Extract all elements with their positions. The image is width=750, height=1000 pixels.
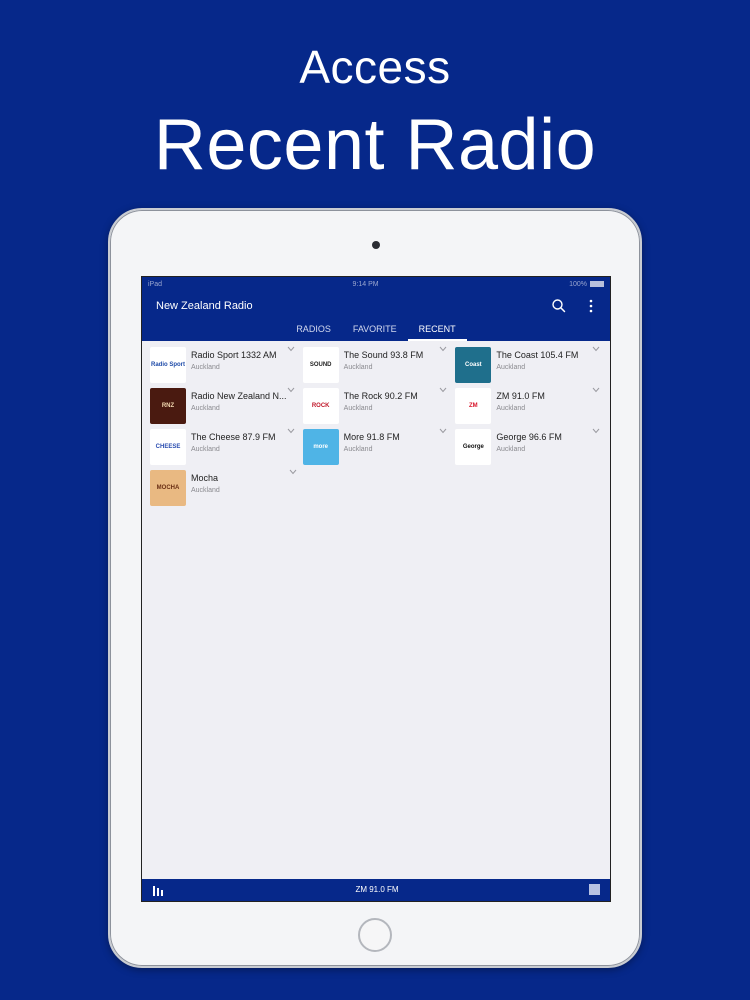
status-time: 9:14 PM: [352, 280, 379, 288]
station-row: Radio Sport Radio Sport 1332 AM Auckland…: [148, 344, 606, 385]
station-logo-text: ZM: [469, 403, 478, 409]
battery-percent: 100%: [569, 280, 587, 288]
station-logo-text: SOUND: [309, 362, 332, 368]
station-card[interactable]: RNZ Radio New Zealand N... Auckland: [148, 385, 301, 426]
station-city: Auckland: [496, 364, 526, 371]
station-name: George 96.6 FM: [496, 432, 562, 442]
chevron-down-icon[interactable]: [439, 428, 447, 434]
station-logo-text: more: [313, 444, 328, 450]
station-logo: Coast: [455, 347, 492, 383]
station-grid: Radio Sport Radio Sport 1332 AM Auckland…: [148, 344, 606, 508]
chevron-down-icon[interactable]: [287, 428, 295, 434]
mini-player-bar[interactable]: ZM 91.0 FM: [142, 879, 610, 901]
promo-line-access: Access: [299, 41, 451, 93]
station-logo-text: George: [462, 444, 484, 450]
more-vert-icon[interactable]: [586, 297, 596, 315]
station-logo: RNZ: [150, 388, 186, 424]
stop-icon[interactable]: [589, 884, 600, 895]
chevron-down-icon[interactable]: [439, 387, 447, 393]
station-name: Mocha: [191, 473, 219, 483]
station-logo: Radio Sport: [150, 347, 186, 383]
app-bar: New Zealand Radio RADIOS FAVORITE RECENT: [142, 291, 610, 341]
ipad-device-frame: iPad 9:14 PM 100% New Zealand Radio RADI…: [108, 208, 642, 968]
tab-favorite[interactable]: FAVORITE: [342, 319, 408, 341]
station-logo: more: [302, 429, 339, 465]
station-card[interactable]: CHEESE The Cheese 87.9 FM Auckland: [148, 426, 301, 467]
chevron-down-icon[interactable]: [592, 387, 600, 393]
station-name: More 91.8 FM: [343, 432, 400, 442]
station-name: The Cheese 87.9 FM: [191, 432, 276, 442]
status-carrier: iPad: [148, 280, 163, 288]
station-card[interactable]: MOCHA Mocha Auckland: [148, 467, 303, 508]
station-logo-text: CHEESE: [155, 444, 181, 450]
station-name: Radio New Zealand N...: [191, 391, 287, 401]
station-name: The Rock 90.2 FM: [343, 391, 418, 401]
station-card[interactable]: SOUND The Sound 93.8 FM Auckland: [301, 344, 454, 385]
station-logo: ZM: [455, 388, 492, 424]
station-city: Auckland: [191, 487, 220, 494]
station-card[interactable]: Radio Sport Radio Sport 1332 AM Auckland: [148, 344, 301, 385]
station-card[interactable]: George George 96.6 FM Auckland: [453, 426, 606, 467]
chevron-down-icon[interactable]: [592, 428, 600, 434]
station-row: RNZ Radio New Zealand N... Auckland ROCK…: [148, 385, 606, 426]
station-logo: MOCHA: [150, 470, 186, 506]
promo-line-recent-radio: Recent Radio: [153, 105, 597, 185]
station-name: The Sound 93.8 FM: [343, 350, 424, 360]
chevron-down-icon[interactable]: [287, 387, 295, 393]
chevron-down-icon[interactable]: [289, 469, 297, 475]
station-logo-text: ROCK: [311, 403, 330, 409]
station-city: Auckland: [496, 446, 526, 453]
battery-icon: [590, 280, 604, 287]
search-icon[interactable]: [550, 297, 568, 315]
station-card[interactable]: more More 91.8 FM Auckland: [301, 426, 454, 467]
station-row: CHEESE The Cheese 87.9 FM Auckland more …: [148, 426, 606, 467]
chevron-down-icon[interactable]: [592, 346, 600, 352]
station-logo: CHEESE: [150, 429, 186, 465]
app-screen: iPad 9:14 PM 100% New Zealand Radio RADI…: [141, 276, 611, 902]
station-city: Auckland: [343, 446, 373, 453]
chevron-down-icon[interactable]: [287, 346, 295, 352]
station-name: Radio Sport 1332 AM: [191, 350, 277, 360]
station-card[interactable]: Coast The Coast 105.4 FM Auckland: [453, 344, 606, 385]
station-logo-text: Coast: [465, 362, 482, 368]
station-logo-text: MOCHA: [156, 485, 180, 491]
station-city: Auckland: [191, 364, 220, 371]
station-city: Auckland: [343, 405, 373, 412]
station-row: MOCHA Mocha Auckland: [148, 467, 606, 508]
station-card[interactable]: ZM ZM 91.0 FM Auckland: [453, 385, 606, 426]
station-city: Auckland: [343, 364, 373, 371]
chevron-down-icon[interactable]: [439, 346, 447, 352]
station-name: The Coast 105.4 FM: [496, 350, 579, 360]
status-battery: 100%: [569, 281, 604, 288]
station-city: Auckland: [191, 405, 220, 412]
now-playing-label: ZM 91.0 FM: [355, 885, 399, 894]
station-city: Auckland: [496, 405, 526, 412]
tab-recent[interactable]: RECENT: [407, 319, 467, 341]
station-logo-text: RNZ: [161, 403, 175, 409]
app-title: New Zealand Radio: [156, 300, 253, 312]
home-button: [358, 918, 392, 952]
status-bar: iPad 9:14 PM 100%: [142, 277, 610, 291]
station-name: ZM 91.0 FM: [496, 391, 545, 401]
station-city: Auckland: [191, 446, 220, 453]
tab-radios[interactable]: RADIOS: [285, 319, 342, 341]
station-logo-text: Radio Sport: [151, 362, 185, 368]
station-logo: George: [455, 429, 492, 465]
tab-bar: RADIOS FAVORITE RECENT: [142, 319, 610, 341]
camera-dot: [372, 241, 380, 249]
station-card[interactable]: ROCK The Rock 90.2 FM Auckland: [301, 385, 454, 426]
station-logo: SOUND: [302, 347, 339, 383]
station-logo: ROCK: [302, 388, 339, 424]
